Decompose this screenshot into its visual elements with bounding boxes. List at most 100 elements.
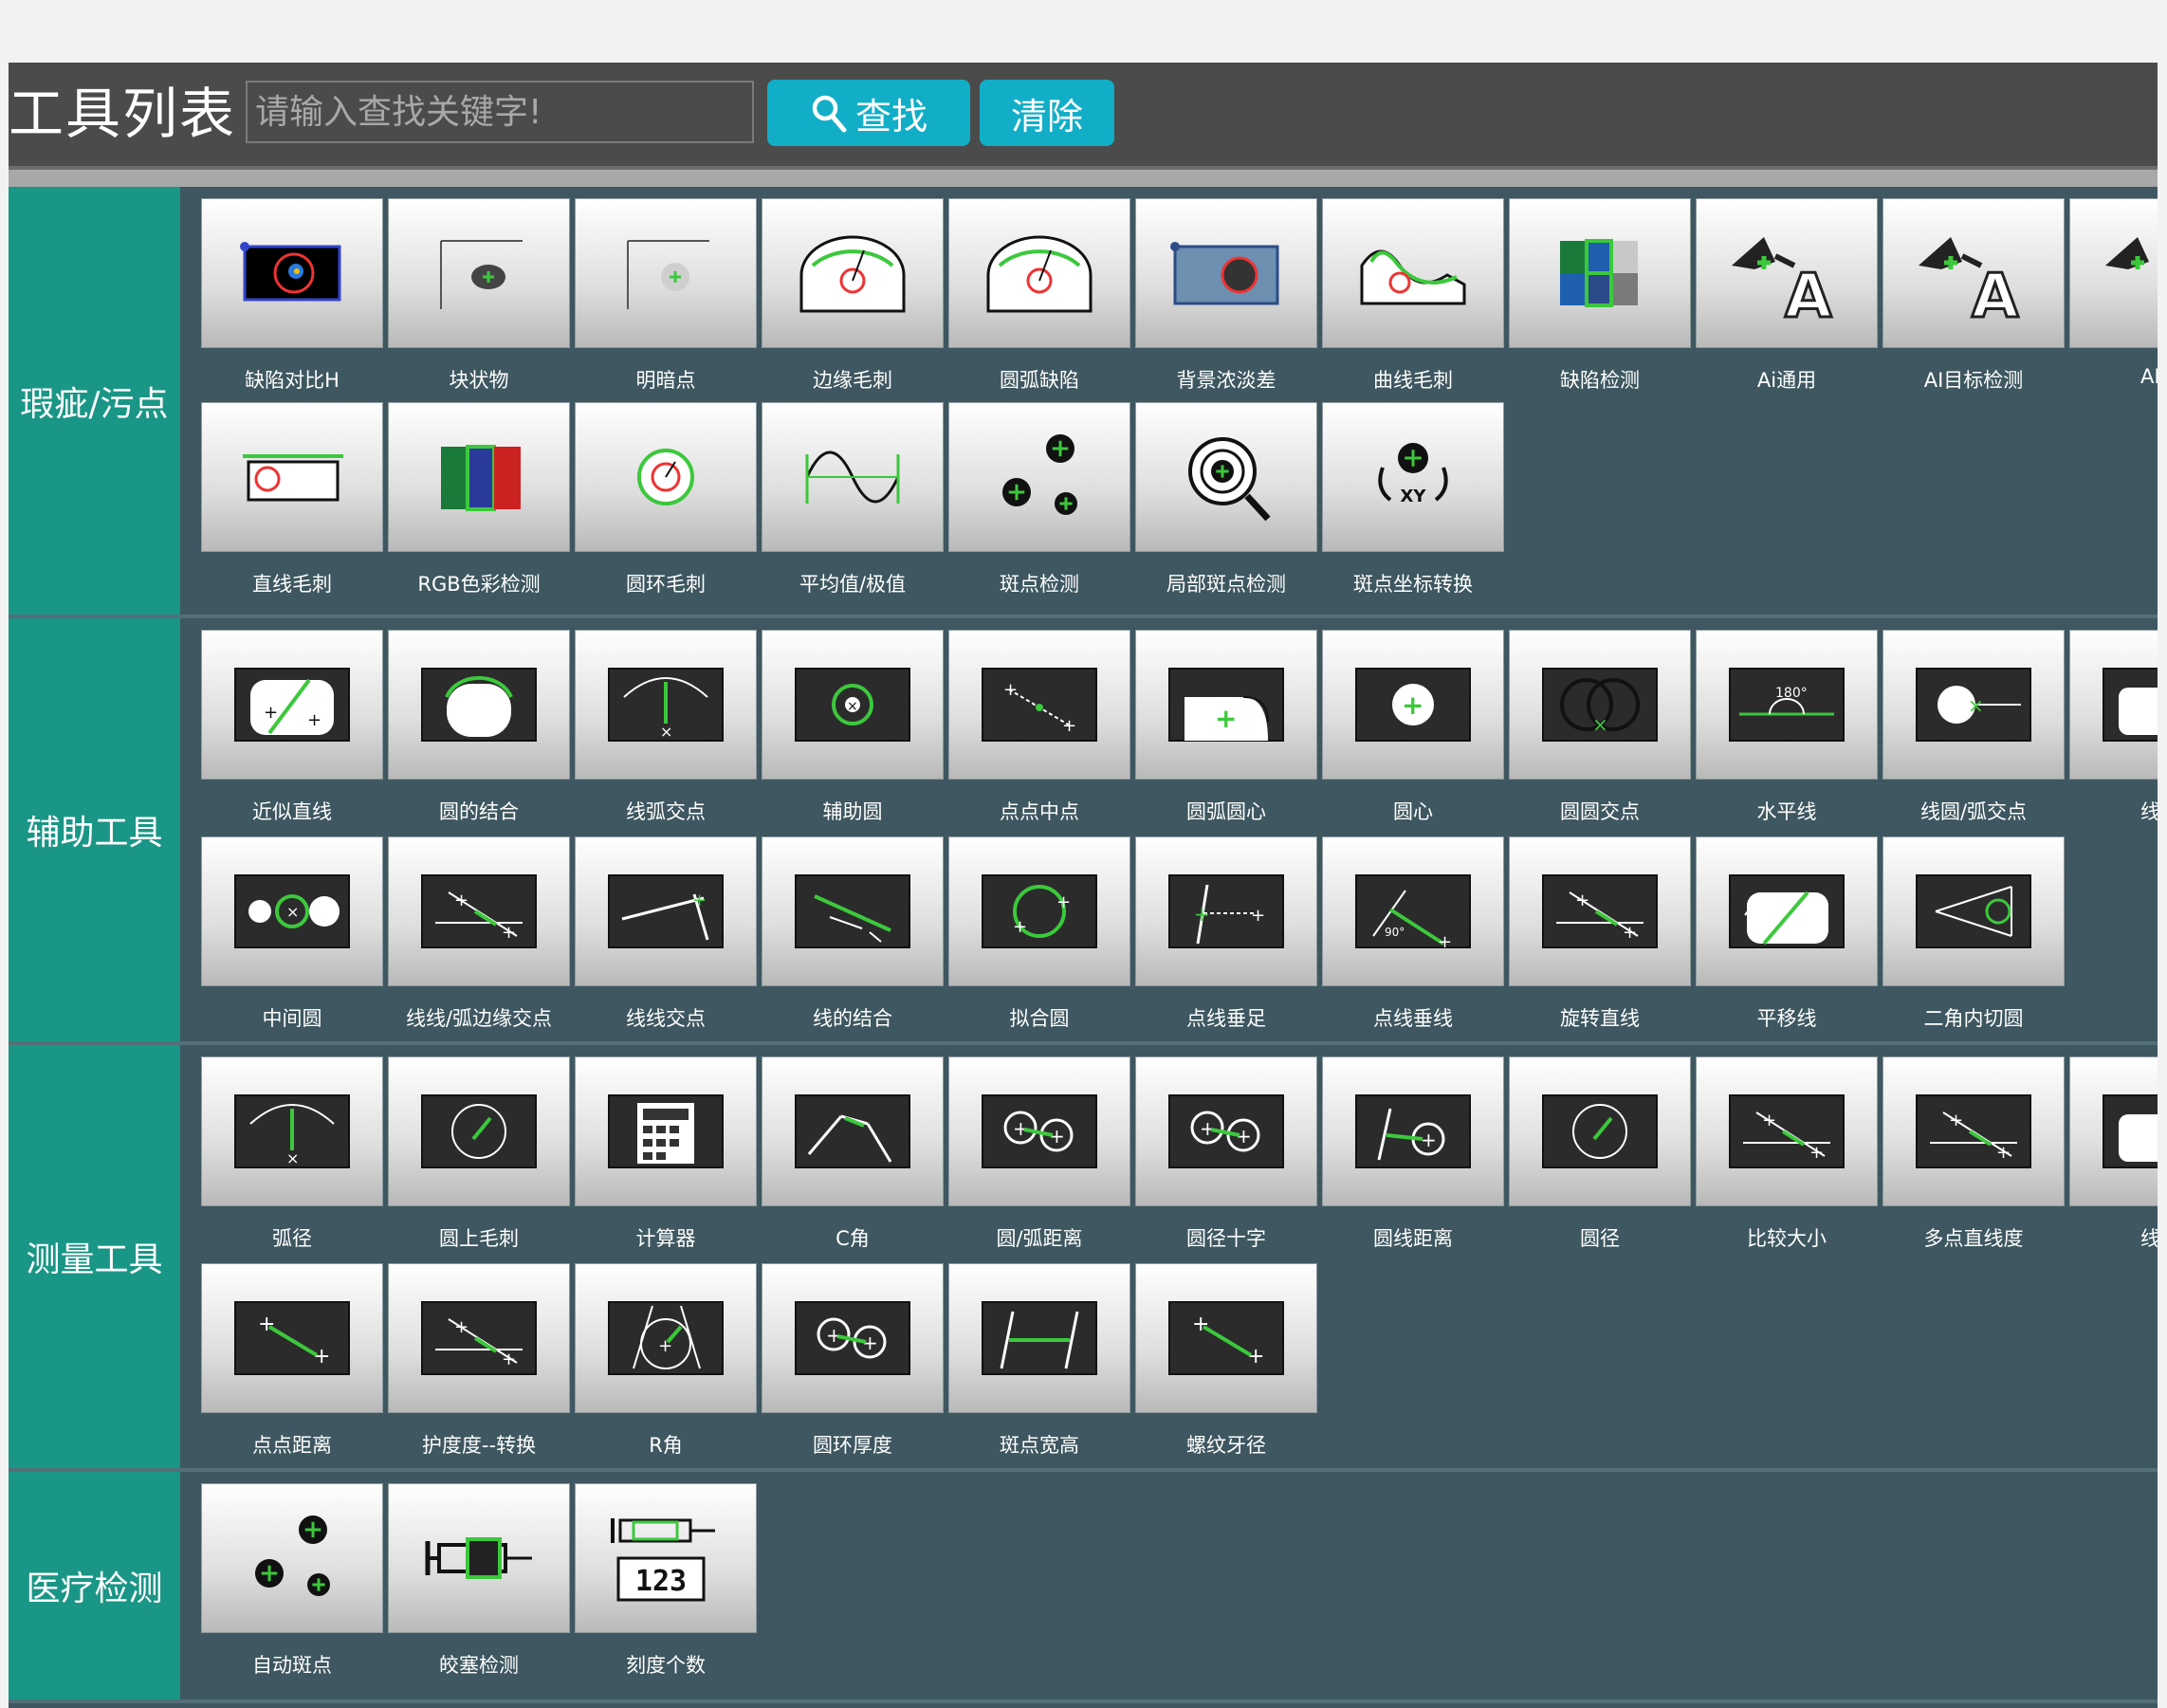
tool-tile[interactable]: 平移线 [1696,836,1878,1041]
tool-tile[interactable]: × 弧径 [201,1056,383,1261]
clear-button[interactable]: 清除 [980,80,1114,146]
tool-thumbnail[interactable]: A [1696,198,1878,348]
tool-thumbnail[interactable]: + [1322,1056,1504,1206]
tool-thumbnail[interactable] [575,198,757,348]
tool-tile[interactable]: + + 圆径十字 [1135,1056,1317,1261]
tool-tile[interactable]: 斑点宽高 [948,1263,1130,1468]
tool-tile[interactable]: XY 斑点坐标转换 [1322,402,1504,607]
tool-tile[interactable]: + 圆心 [1322,630,1504,835]
tool-thumbnail[interactable]: + + [1135,1263,1317,1413]
tool-tile[interactable]: + 圆弧圆心 [1135,630,1317,835]
tool-tile[interactable]: 线线 [2069,1056,2158,1261]
tool-tile[interactable]: 明暗点 [575,198,757,403]
tool-thumbnail[interactable] [762,198,944,348]
tool-tile[interactable]: 斑点检测 [948,402,1130,607]
tool-thumbnail[interactable]: 123 [575,1483,757,1633]
tool-thumbnail[interactable]: × [201,836,383,986]
tool-thumbnail[interactable] [201,1483,383,1633]
tool-thumbnail[interactable] [388,198,570,348]
tool-tile[interactable]: + + 比较大小 [1696,1056,1878,1261]
tool-thumbnail[interactable]: 90° + [1322,836,1504,986]
tool-thumbnail[interactable]: + + [1135,836,1317,986]
tool-thumbnail[interactable] [388,1056,570,1206]
tool-thumbnail[interactable] [1882,836,2065,986]
tool-thumbnail[interactable]: + + [1509,836,1691,986]
tool-thumbnail[interactable] [762,402,944,552]
tool-tile[interactable]: 圆弧缺陷 [948,198,1130,403]
tool-tile[interactable]: + 圆线距离 [1322,1056,1504,1261]
tool-thumbnail[interactable] [948,198,1130,348]
tool-thumbnail[interactable] [1509,1056,1691,1206]
tool-thumbnail[interactable]: + + [948,836,1130,986]
tool-thumbnail[interactable] [1509,198,1691,348]
tool-tile[interactable]: RGB色彩检测 [388,402,570,607]
tool-thumbnail[interactable]: A [1882,198,2065,348]
tool-thumbnail[interactable]: 180° [1696,630,1878,780]
tool-tile[interactable]: × 辅助圆 [762,630,944,835]
tool-thumbnail[interactable]: + + [388,1263,570,1413]
tool-tile[interactable]: 圆的结合 [388,630,570,835]
tool-thumbnail[interactable]: × [575,630,757,780]
tool-thumbnail[interactable]: × [201,1056,383,1206]
tool-thumbnail[interactable] [948,402,1130,552]
tool-thumbnail[interactable] [762,1056,944,1206]
tool-tile[interactable]: + + 多点直线度 [1882,1056,2065,1261]
tool-tile[interactable]: + + 圆/弧距离 [948,1056,1130,1261]
tool-thumbnail[interactable]: + + [388,836,570,986]
tool-thumbnail[interactable]: + + [1696,1056,1878,1206]
tool-tile[interactable]: A AI目标检测 [1882,198,2065,403]
tool-thumbnail[interactable]: + [575,836,757,986]
tool-thumbnail[interactable]: × [762,630,944,780]
tool-tile[interactable]: + 线线交点 [575,836,757,1041]
tool-tile[interactable]: + + 拟合圆 [948,836,1130,1041]
tool-tile[interactable]: 块状物 [388,198,570,403]
tool-tile[interactable]: 123 刻度个数 [575,1483,757,1688]
tool-thumbnail[interactable] [1135,402,1317,552]
tool-thumbnail[interactable]: + + [948,630,1130,780]
tool-thumbnail[interactable]: + + [201,630,383,780]
tool-thumbnail[interactable]: + + [1135,1056,1317,1206]
tool-thumbnail[interactable] [1322,198,1504,348]
tool-tile[interactable]: C角 [762,1056,944,1261]
tool-thumbnail[interactable] [2069,198,2158,348]
search-button[interactable]: 查找 [767,80,970,146]
tool-tile[interactable]: + + 点点中点 [948,630,1130,835]
tool-thumbnail[interactable] [575,1056,757,1206]
tool-thumbnail[interactable] [388,1483,570,1633]
tool-tile[interactable]: + + 护度度--转换 [388,1263,570,1468]
tool-tile[interactable]: 平均值/极值 [762,402,944,607]
search-input[interactable] [246,81,754,143]
tool-thumbnail[interactable] [201,402,383,552]
tool-thumbnail[interactable] [948,1263,1130,1413]
tool-tile[interactable]: AI C [2069,198,2158,403]
tool-tile[interactable]: 局部斑点检测 [1135,402,1317,607]
tool-thumbnail[interactable] [762,836,944,986]
tool-tile[interactable]: + + 旋转直线 [1509,836,1691,1041]
tool-tile[interactable]: × 圆圆交点 [1509,630,1691,835]
tool-thumbnail[interactable]: + [1322,630,1504,780]
tool-thumbnail[interactable]: + + [948,1056,1130,1206]
tool-thumbnail[interactable] [201,198,383,348]
tool-thumbnail[interactable] [1135,198,1317,348]
tool-tile[interactable]: 线线 [2069,630,2158,835]
tool-tile[interactable]: × 线圆/弧交点 [1882,630,2065,835]
tool-tile[interactable]: 90° + 点线垂线 [1322,836,1504,1041]
tool-tile[interactable]: + + 圆环厚度 [762,1263,944,1468]
tool-tile[interactable]: 背景浓淡差 [1135,198,1317,403]
tool-thumbnail[interactable] [2069,1056,2158,1206]
tool-thumbnail[interactable] [388,630,570,780]
tool-tile[interactable]: 180° 水平线 [1696,630,1878,835]
tool-tile[interactable]: 直线毛刺 [201,402,383,607]
tool-tile[interactable]: 线的结合 [762,836,944,1041]
tool-thumbnail[interactable] [388,402,570,552]
tool-tile[interactable]: + + 近似直线 [201,630,383,835]
tool-tile[interactable]: 缺陷对比H [201,198,383,403]
tool-tile[interactable]: 边缘毛刺 [762,198,944,403]
tool-thumbnail[interactable] [2069,630,2158,780]
tool-tile[interactable]: 圆径 [1509,1056,1691,1261]
tool-tile[interactable]: A Ai通用 [1696,198,1878,403]
tool-thumbnail[interactable]: + + [201,1263,383,1413]
tool-thumbnail[interactable]: + + [762,1263,944,1413]
tool-thumbnail[interactable] [575,402,757,552]
tool-tile[interactable]: 圆上毛刺 [388,1056,570,1261]
